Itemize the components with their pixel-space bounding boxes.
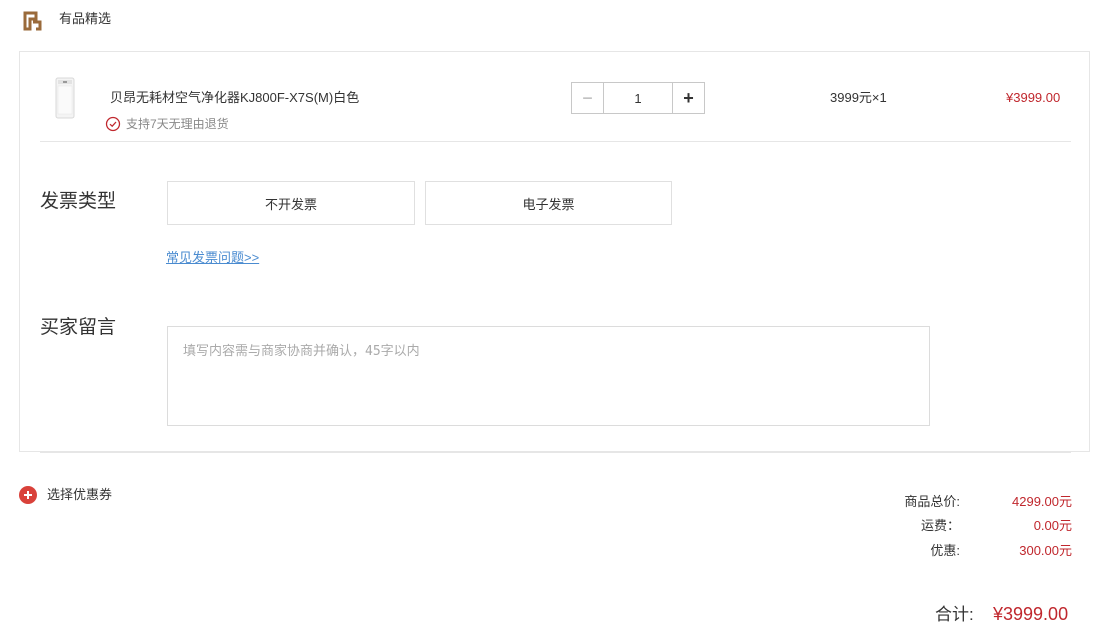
plus-circle-icon[interactable]	[19, 486, 37, 504]
invoice-type-label: 发票类型	[40, 191, 117, 212]
buyer-message-label: 买家留言	[40, 317, 117, 338]
decrease-quantity-button[interactable]: −	[572, 83, 604, 113]
shop-logo-icon	[23, 11, 42, 31]
check-circle-icon	[105, 116, 121, 132]
shipping-value: 0.00元	[1033, 518, 1072, 533]
increase-quantity-button[interactable]: +	[672, 83, 704, 113]
product-title[interactable]: 贝昂无耗材空气净化器KJ800F-X7S(M)白色	[110, 90, 359, 106]
divider	[40, 452, 1071, 453]
divider	[40, 141, 1071, 142]
return-policy: 支持7天无理由退货	[126, 117, 229, 131]
invoice-option-electronic[interactable]: 电子发票	[425, 181, 672, 225]
shipping-label: 运费：	[920, 518, 960, 533]
unit-price: 3999元×1	[830, 90, 887, 105]
quantity-input[interactable]	[604, 83, 672, 113]
select-coupon-button[interactable]: 选择优惠券	[47, 487, 112, 503]
invoice-faq-link[interactable]: 常见发票问题>>	[166, 250, 259, 266]
store-name[interactable]: 有品精选	[59, 11, 111, 27]
goods-total-value: 4299.00元	[1012, 494, 1072, 509]
discount-value: 300.00元	[1019, 543, 1072, 558]
line-total: ¥3999.00	[1006, 90, 1061, 105]
goods-total-label: 商品总价:	[904, 494, 960, 509]
air-purifier-image[interactable]	[50, 76, 80, 120]
discount-label: 优惠:	[930, 543, 960, 558]
quantity-stepper: − +	[571, 82, 705, 114]
buyer-message-input[interactable]	[167, 326, 930, 426]
grand-total-value: ¥3999.00	[993, 604, 1069, 624]
grand-total-label: 合计:	[935, 605, 974, 624]
invoice-option-none[interactable]: 不开发票	[167, 181, 415, 225]
